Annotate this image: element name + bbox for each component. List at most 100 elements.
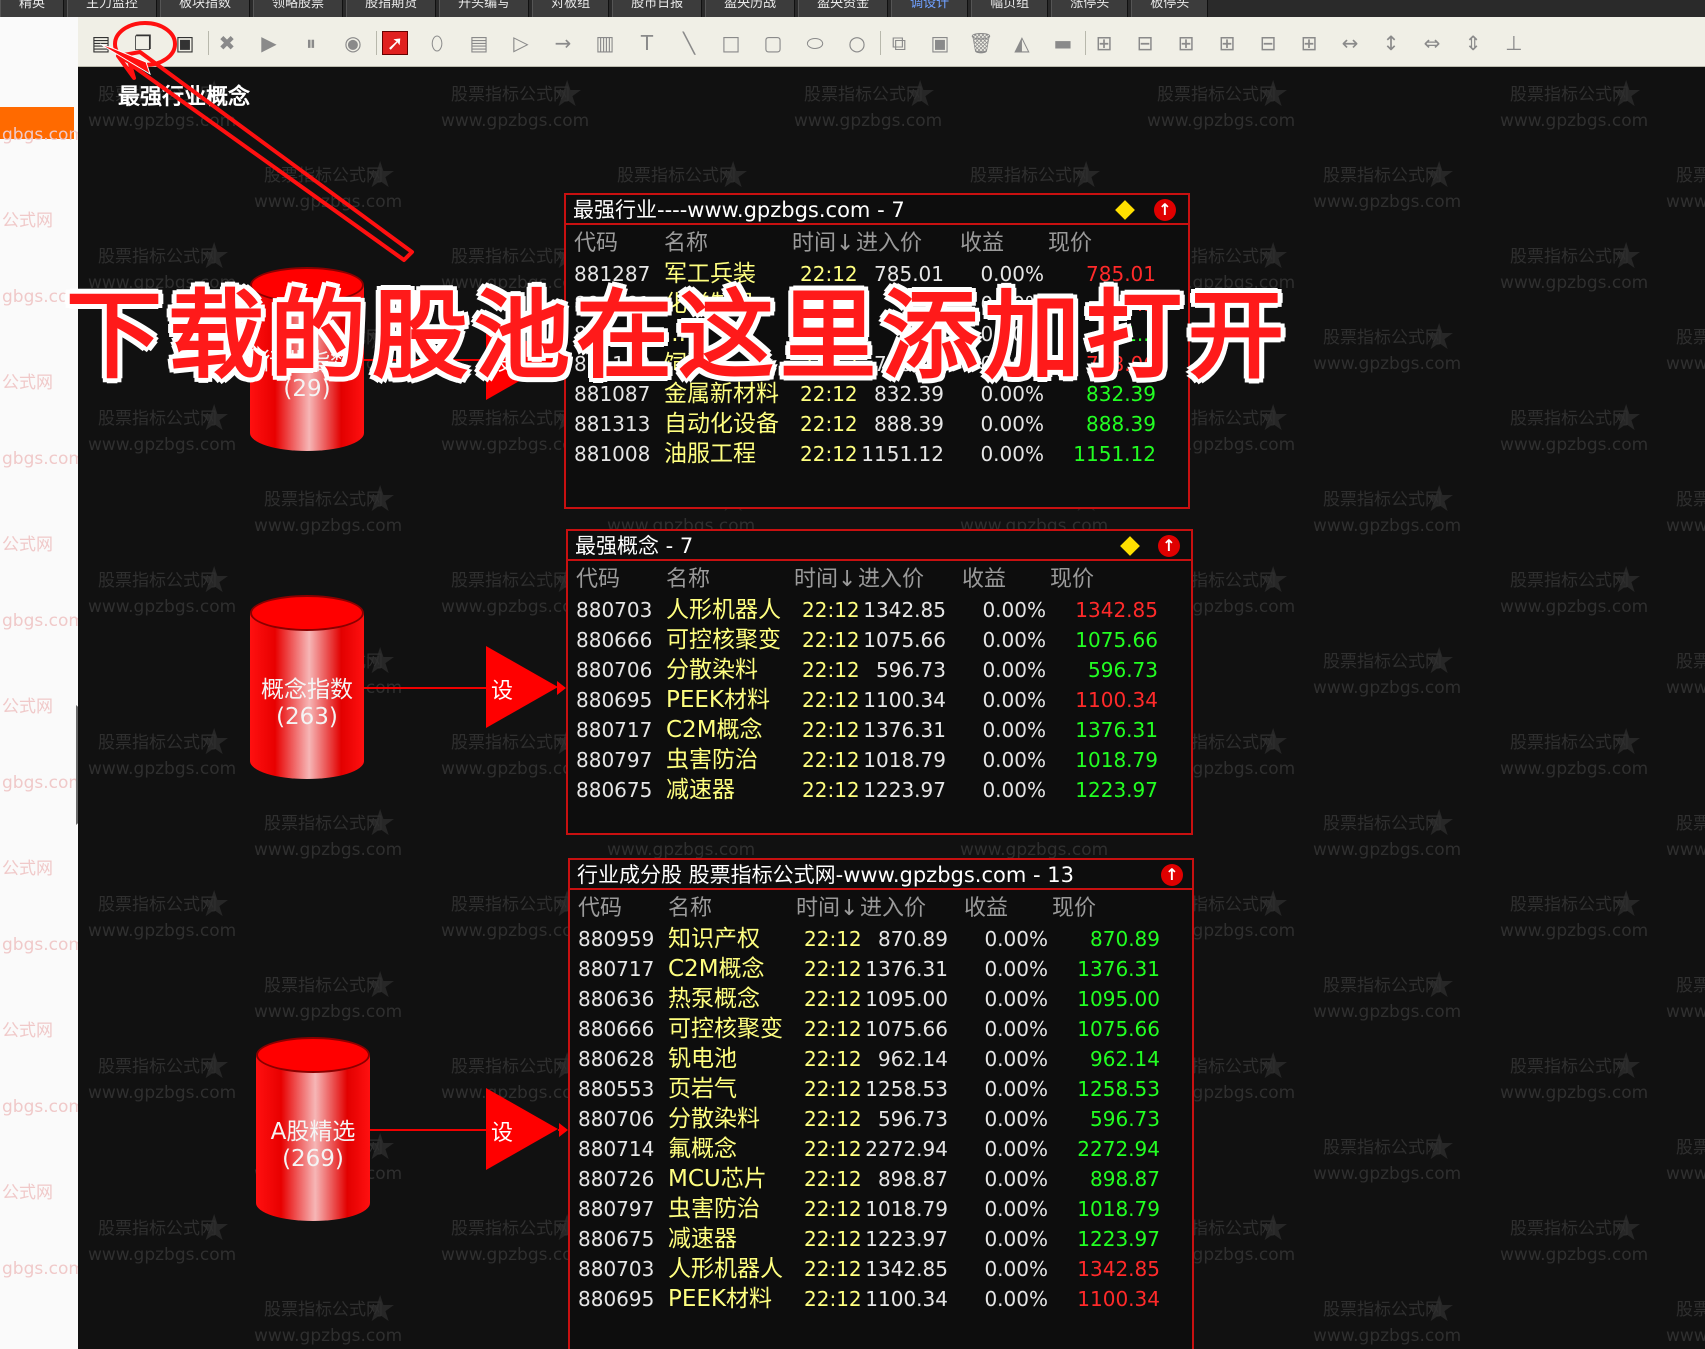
menu-item[interactable]: 精英 <box>0 0 65 17</box>
table-row[interactable]: 880628 钒电池 22:12 962.14 0.00% 962.14 <box>570 1044 1192 1074</box>
rectangle-tool-icon[interactable]: □ <box>718 31 744 55</box>
table-row[interactable]: 880714 氟概念 22:12 2272.94 0.00% 2272.94 <box>570 1134 1192 1164</box>
stock-code: 880726 <box>578 1167 655 1191</box>
watermark-url: www.gpzbgs.com <box>1500 435 1649 455</box>
menu-item[interactable]: 幅页组 <box>971 0 1049 17</box>
menu-item[interactable]: 涨停头 <box>1051 0 1129 17</box>
return-pct: 0.00% <box>982 688 1046 712</box>
stock-code: 880797 <box>578 1197 655 1221</box>
return-pct: 0.00% <box>984 1227 1048 1251</box>
stock-code: 880628 <box>578 1047 655 1071</box>
trash-icon[interactable]: 🗑 <box>968 31 994 55</box>
paste-icon[interactable]: ▣ <box>927 31 953 55</box>
table-row[interactable]: 880695 PEEK材料 22:12 1100.34 0.00% 1100.34 <box>570 1284 1192 1314</box>
table-tool-icon[interactable]: ▥ <box>592 31 618 55</box>
stock-code: 880553 <box>578 1077 655 1101</box>
same-height-icon[interactable]: ⇕ <box>1460 31 1486 55</box>
pause-icon[interactable]: ⏸ <box>298 31 324 55</box>
table-row[interactable]: 880703 人形机器人 22:12 1342.85 0.00% 1342.85 <box>568 595 1191 625</box>
column-header[interactable]: 时间↓ <box>792 229 854 259</box>
text-tool-icon[interactable]: T <box>634 31 660 55</box>
table-row[interactable]: 880636 热泵概念 22:12 1095.00 0.00% 1095.00 <box>570 984 1192 1014</box>
panel-title: 行业成分股 股票指标公式网-www.gpzbgs.com - 13 <box>570 860 1192 890</box>
table-row[interactable]: 880666 可控核聚变 22:12 1075.66 0.00% 1075.66 <box>568 625 1191 655</box>
align-center-icon[interactable]: ⊟ <box>1132 31 1158 55</box>
table-row[interactable]: 880706 分散染料 22:12 596.73 0.00% 596.73 <box>570 1104 1192 1134</box>
stock-pool-panel[interactable]: 行业成分股 股票指标公式网-www.gpzbgs.com - 13 ↑ 代码 名称 时间… <box>568 858 1194 1349</box>
table-row[interactable]: 880675 减速器 22:12 1223.97 0.00% 1223.97 <box>570 1224 1192 1254</box>
table-row[interactable]: 881008 油服工程 22:12 1151.12 0.00% 1151.12 <box>566 439 1188 469</box>
fill-icon[interactable]: ◭ <box>1009 31 1035 55</box>
menu-item[interactable]: 股市日报 <box>612 0 703 17</box>
table-row[interactable]: 880797 虫害防治 22:12 1018.79 0.00% 1018.79 <box>570 1194 1192 1224</box>
line-tool-icon[interactable]: ╲ <box>676 31 702 55</box>
menu-item[interactable]: 调设计 <box>891 0 969 17</box>
pool-source-count: (269) <box>282 1146 344 1172</box>
save-icon[interactable]: ▣ <box>172 31 198 55</box>
open-list-icon[interactable]: ▤ <box>88 31 114 55</box>
align-left-icon[interactable]: ⊞ <box>1091 31 1117 55</box>
table-row[interactable]: 880717 C2M概念 22:12 1376.31 0.00% 1376.31 <box>568 715 1191 745</box>
menu-item[interactable]: 领略股票 <box>253 0 344 17</box>
list-tool-icon[interactable]: ▤ <box>466 31 492 55</box>
watermark-text: 股票指标公式网 <box>970 166 1089 186</box>
align-top-icon[interactable]: ⊞ <box>1214 31 1240 55</box>
new-pool-icon[interactable]: ❐ <box>130 31 156 55</box>
menu-item[interactable]: 主力监控 <box>67 0 158 17</box>
table-row[interactable]: 880797 虫害防治 22:12 1018.79 0.00% 1018.79 <box>568 745 1191 775</box>
stock-code: 880714 <box>578 1137 655 1161</box>
align-middle-icon[interactable]: ⊟ <box>1255 31 1281 55</box>
table-row[interactable]: 880726 MCU芯片 22:12 898.87 0.00% 898.87 <box>570 1164 1192 1194</box>
cylinder-tool-icon[interactable]: ⬯ <box>424 31 450 55</box>
menu-item[interactable]: 板块指数 <box>160 0 251 17</box>
align-right-icon[interactable]: ⊞ <box>1173 31 1199 55</box>
table-row[interactable]: 880706 分散染料 22:12 596.73 0.00% 596.73 <box>568 655 1191 685</box>
pool-source-cylinder[interactable]: A股精选 (269) <box>256 1037 370 1221</box>
select-pointer-icon[interactable]: ➚ <box>382 31 408 55</box>
menu-item[interactable]: 对板组 <box>532 0 610 17</box>
menu-item[interactable]: 股指期货 <box>346 0 437 17</box>
table-row[interactable]: 880959 知识产权 22:12 870.89 0.00% 870.89 <box>570 924 1192 954</box>
table-row[interactable]: 880717 C2M概念 22:12 1376.31 0.00% 1376.31 <box>570 954 1192 984</box>
watermark-url: www.gpzbgs.com <box>1500 1083 1649 1103</box>
watermark-text: 股票指标公式网 <box>1676 976 1705 996</box>
table-row[interactable]: 881313 自动化设备 22:12 888.39 0.00% 888.39 <box>566 409 1188 439</box>
stock-name: 自动化设备 <box>664 411 779 437</box>
return-pct: 0.00% <box>980 412 1044 436</box>
align-bottom-icon[interactable]: ⊞ <box>1296 31 1322 55</box>
table-row[interactable]: 880675 减速器 22:12 1223.97 0.00% 1223.97 <box>568 775 1191 805</box>
play-icon[interactable]: ▶ <box>256 31 282 55</box>
move-up-icon[interactable]: ↑ <box>1161 864 1183 886</box>
watermark-text: 股票指标公式网 <box>98 1219 217 1239</box>
menu-item[interactable]: 盈央资金 <box>798 0 889 17</box>
arrow-tool-icon[interactable]: → <box>550 31 576 55</box>
move-up-icon[interactable]: ↑ <box>1158 535 1180 557</box>
table-row[interactable]: 880553 页岩气 22:12 1258.53 0.00% 1258.53 <box>570 1074 1192 1104</box>
bar-icon[interactable]: ▬ <box>1050 31 1076 55</box>
left-watermark-text: gbgs.com <box>2 935 85 955</box>
stock-code: 881008 <box>574 442 651 466</box>
copy-icon[interactable]: ⧉ <box>886 31 912 55</box>
menu-item[interactable]: 盈央历战 <box>705 0 796 17</box>
distribute-h-icon[interactable]: ↔ <box>1337 31 1363 55</box>
stock-pool-panel[interactable]: 最强概念 - 7 ↑ 代码 名称 时间↓ 进入价 收益 现价 880703 人形机器人 22:12 1… <box>566 529 1193 835</box>
table-row[interactable]: 880703 人形机器人 22:12 1342.85 0.00% 1342.85 <box>570 1254 1192 1284</box>
table-row[interactable]: 880666 可控核聚变 22:12 1075.66 0.00% 1075.66 <box>570 1014 1192 1044</box>
column-header[interactable]: 时间↓ <box>794 565 856 595</box>
delete-icon[interactable]: ✖ <box>214 31 240 55</box>
circle-tool-icon[interactable]: ○ <box>844 31 870 55</box>
menu-item[interactable]: 板停头 <box>1131 0 1209 17</box>
triangle-tool-icon[interactable]: ▷ <box>508 31 534 55</box>
menu-item[interactable]: 开头编写 <box>439 0 530 17</box>
move-up-icon[interactable]: ↑ <box>1154 199 1176 221</box>
same-width-icon[interactable]: ⇔ <box>1419 31 1445 55</box>
ellipse-tool-icon[interactable]: ⬭ <box>802 31 828 55</box>
pool-source-cylinder[interactable]: 概念指数 (263) <box>250 595 364 779</box>
table-row[interactable]: 880695 PEEK材料 22:12 1100.34 0.00% 1100.34 <box>568 685 1191 715</box>
rounded-rect-tool-icon[interactable]: ▢ <box>760 31 786 55</box>
stop-icon[interactable]: ◉ <box>340 31 366 55</box>
distribute-v-icon[interactable]: ↕ <box>1378 31 1404 55</box>
tree-icon[interactable]: ⊥ <box>1501 31 1527 55</box>
watermark-url: www.gpzbgs.com <box>1500 921 1649 941</box>
column-header[interactable]: 时间↓ <box>796 894 858 924</box>
